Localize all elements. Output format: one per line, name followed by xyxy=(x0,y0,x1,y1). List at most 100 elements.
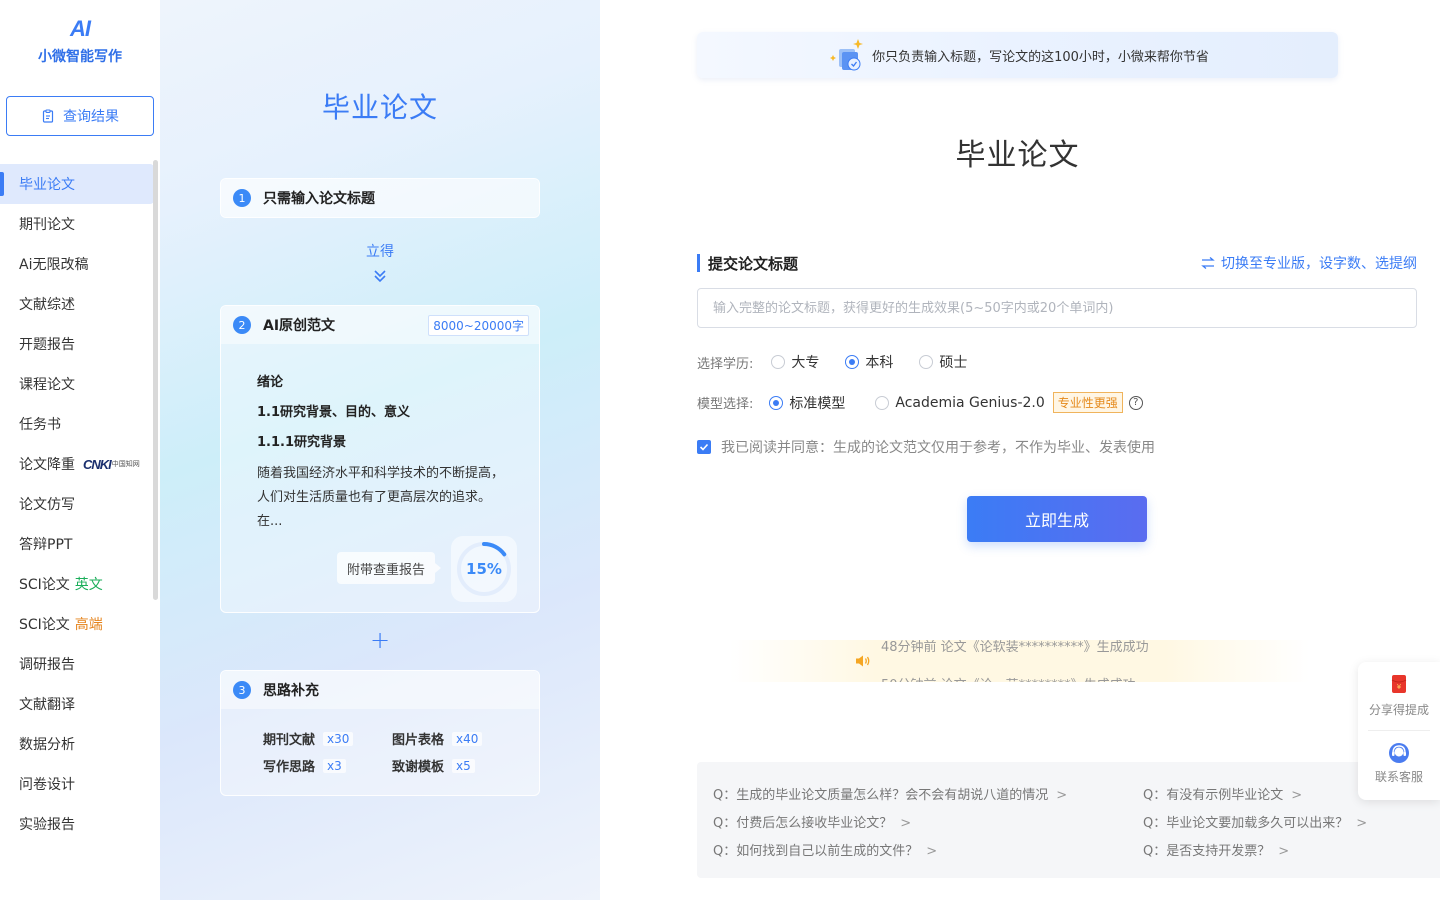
help-icon[interactable]: ? xyxy=(1128,395,1143,410)
chevron-right-icon: > xyxy=(900,816,912,831)
sidebar-item-questionnaire-design[interactable]: 问卷设计 xyxy=(0,764,154,804)
logo-mark: AI xyxy=(70,16,91,41)
faq-link[interactable]: Q：付费后怎么接收毕业论文？ > xyxy=(713,812,911,831)
sidebar-item-label: SCI论文 xyxy=(19,617,70,633)
extra-count: x40 xyxy=(452,731,483,746)
step-number: 1 xyxy=(233,189,251,207)
sidebar-item-label: 调研报告 xyxy=(19,657,75,673)
sidebar-item-literature-review[interactable]: 文献综述 xyxy=(0,284,154,324)
query-results-button[interactable]: 查询结果 xyxy=(6,96,154,136)
sidebar-item-label: 毕业论文 xyxy=(19,177,75,193)
sidebar-scrollbar[interactable] xyxy=(153,160,158,600)
faq-link[interactable]: Q：生成的毕业论文质量怎么样？会不会有胡说八道的情况 > xyxy=(713,784,1067,803)
faq-link[interactable]: Q：毕业论文要加载多久可以出来？ > xyxy=(1143,812,1367,831)
chevron-right-icon: > xyxy=(926,844,938,859)
faq-question: Q：生成的毕业论文质量怎么样？会不会有胡说八道的情况 xyxy=(713,788,1049,803)
floating-actions: ¥ 分享得提成 联系客服 xyxy=(1358,662,1440,800)
sidebar-item-paper-imitation[interactable]: 论文仿写 xyxy=(0,484,154,524)
customer-service-button[interactable]: 联系客服 xyxy=(1358,742,1440,785)
model-option-academia-genius[interactable]: Academia Genius-2.0 xyxy=(875,394,1045,411)
query-results-label: 查询结果 xyxy=(63,109,119,125)
sidebar-item-label: 数据分析 xyxy=(19,737,75,753)
sidebar-item-sci-english[interactable]: SCI论文 英文 xyxy=(0,564,154,604)
step-2-card: 2 AI原创范文 8000~20000字 绪论 1.1研究背景、目的、意义 1.… xyxy=(220,305,540,613)
sidebar-item-task-book[interactable]: 任务书 xyxy=(0,404,154,444)
sidebar-item-proposal-report[interactable]: 开题报告 xyxy=(0,324,154,364)
essay-body: 随着我国经济水平和科学技术的不断提高，人们对生活质量也有了更高层次的追求。在..… xyxy=(257,466,505,529)
faq-question: Q：有没有示例毕业论文 xyxy=(1143,788,1284,803)
english-tag: 英文 xyxy=(74,577,103,593)
education-option-bachelor[interactable]: 本科 xyxy=(845,352,893,372)
faq-link[interactable]: Q：如何找到自己以前生成的文件？ > xyxy=(713,840,937,859)
sidebar-item-ai-revision[interactable]: Ai无限改稿 xyxy=(0,244,154,284)
slogan-text: 你只负责输入标题，写论文的这100小时，小微来帮你节省 xyxy=(872,49,1209,65)
thesis-title-input[interactable] xyxy=(697,288,1417,328)
sidebar-item-journal-paper[interactable]: 期刊论文 xyxy=(0,204,154,244)
plus-icon: + xyxy=(369,626,391,654)
document-sparkle-icon xyxy=(830,39,864,71)
step-1-header: 1 只需输入论文标题 xyxy=(221,179,539,217)
sidebar-item-literature-translation[interactable]: 文献翻译 xyxy=(0,684,154,724)
similarity-value: 15% xyxy=(466,560,502,578)
sidebar-item-data-analysis[interactable]: 数据分析 xyxy=(0,724,154,764)
faq-link[interactable]: Q：是否支持开发票？ > xyxy=(1143,840,1289,859)
generation-notice-ticker: 48分钟前 论文《论软装**********》生成成功 50分钟前 论文《论…艺… xyxy=(730,640,1310,682)
divider xyxy=(1368,730,1430,731)
speaker-icon xyxy=(856,655,870,667)
chevron-right-icon: > xyxy=(1356,816,1368,831)
education-option-junior-college[interactable]: 大专 xyxy=(771,352,819,372)
sidebar-item-label: 答辩PPT xyxy=(19,537,73,553)
radio-label: 硕士 xyxy=(939,355,968,371)
share-commission-button[interactable]: ¥ 分享得提成 xyxy=(1358,674,1440,718)
faq-panel: Q：生成的毕业论文质量怎么样？会不会有胡说八道的情况 > Q：有没有示例毕业论文 >… xyxy=(697,762,1440,878)
share-commission-label: 分享得提成 xyxy=(1368,703,1429,717)
sidebar-item-label: 期刊论文 xyxy=(19,217,75,233)
sidebar-item-label: 任务书 xyxy=(19,417,61,433)
radio-checked-icon xyxy=(845,355,860,369)
step-title: 思路补充 xyxy=(263,683,319,699)
clipboard-icon xyxy=(42,109,54,123)
sidebar-item-label: 论文降重 xyxy=(19,457,75,473)
step-1-card: 1 只需输入论文标题 xyxy=(220,178,540,218)
radio-label: Academia Genius-2.0 xyxy=(895,394,1045,411)
education-label: 选择学历: xyxy=(697,356,754,372)
sidebar-item-experiment-report[interactable]: 实验报告 xyxy=(0,804,154,844)
extra-item: 致谢模板 x5 xyxy=(392,756,532,775)
sidebar-item-plagiarism-reduction[interactable]: 论文降重 CNKI 中国知网 xyxy=(0,444,154,484)
sidebar-item-survey-report[interactable]: 调研报告 xyxy=(0,644,154,684)
model-option-standard[interactable]: 标准模型 xyxy=(769,393,845,413)
sidebar-item-sci-premium[interactable]: SCI论文 高端 xyxy=(0,604,154,644)
faq-question: Q：付费后怎么接收毕业论文？ xyxy=(713,816,893,831)
panel-title: 毕业论文 xyxy=(321,91,438,124)
extra-item: 期刊文献 x30 xyxy=(263,729,392,748)
radio-label: 本科 xyxy=(865,355,894,371)
sidebar-item-defense-ppt[interactable]: 答辩PPT xyxy=(0,524,154,564)
radio-icon xyxy=(875,395,890,410)
switch-pro-link[interactable]: 切换至专业版，设字数、选提纲 xyxy=(1201,253,1417,273)
extra-item: 图片表格 x40 xyxy=(392,729,532,748)
sidebar-nav: 毕业论文 期刊论文 Ai无限改稿 文献综述 开题报告 课程论文 任务书 论文降重… xyxy=(0,164,154,844)
customer-service-label: 联系客服 xyxy=(1374,770,1423,784)
faq-link[interactable]: Q：有没有示例毕业论文 > xyxy=(1143,784,1302,803)
sidebar: AI 小微智能写作 查询结果 毕业论文 期刊论文 Ai无限改稿 文献综述 开题报… xyxy=(0,0,160,900)
generate-button[interactable]: 立即生成 xyxy=(967,496,1147,542)
page-title: 毕业论文 xyxy=(955,138,1080,173)
step-3-header: 3 思路补充 xyxy=(221,671,539,709)
education-selector: 选择学历: 大专 本科 硕士 xyxy=(697,352,993,372)
logo[interactable]: AI 小微智能写作 xyxy=(0,16,160,66)
sidebar-item-graduation-thesis[interactable]: 毕业论文 xyxy=(0,164,154,204)
cnki-logo-sub: 中国知网 xyxy=(111,459,140,468)
cnki-logo-mark: CNKI xyxy=(83,456,112,472)
radio-icon xyxy=(919,355,934,369)
step-title: AI原创范文 xyxy=(263,318,336,334)
education-option-master[interactable]: 硕士 xyxy=(919,352,967,372)
logo-text: 小微智能写作 xyxy=(38,49,122,65)
sidebar-item-label: 论文仿写 xyxy=(19,497,75,513)
agreement-row: 我已阅读并同意：生成的论文范文仅用于参考，不作为毕业、发表使用 xyxy=(697,437,1155,457)
check-icon xyxy=(699,443,709,451)
agreement-checkbox[interactable] xyxy=(697,440,711,454)
essay-heading-1: 绪论 xyxy=(257,375,284,390)
essay-heading-2: 1.1研究背景、目的、意义 xyxy=(257,405,411,420)
sidebar-item-course-paper[interactable]: 课程论文 xyxy=(0,364,154,404)
swap-icon xyxy=(1201,257,1215,269)
